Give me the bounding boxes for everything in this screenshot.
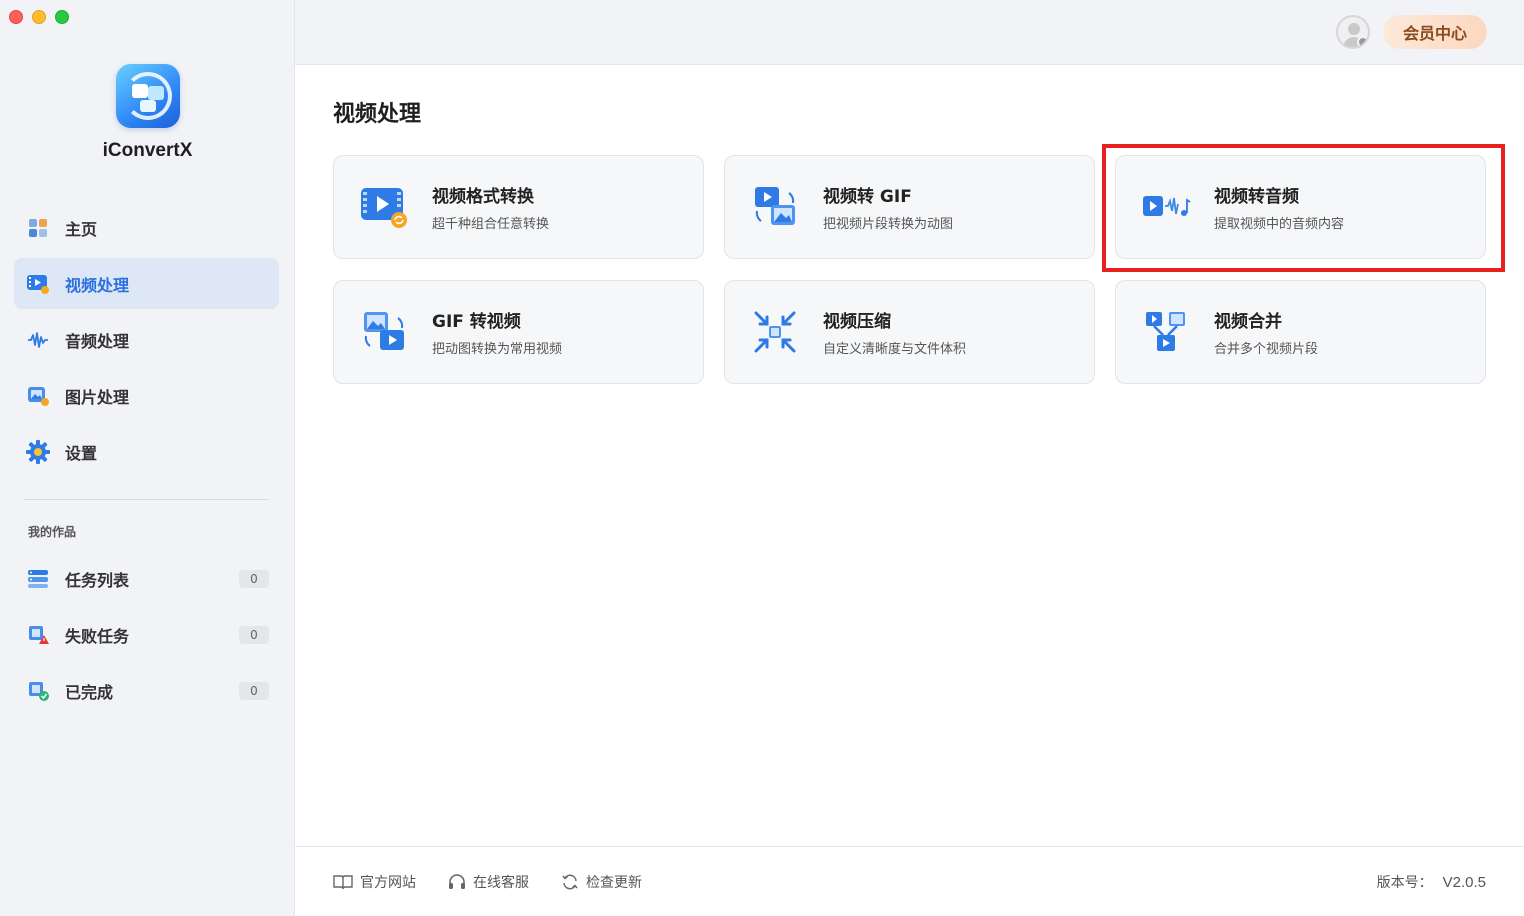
card-title: GIF 转视频 [432,312,521,332]
sidebar-item-label: 设置 [65,443,98,463]
sidebar-item-label: 视频处理 [65,275,130,295]
footer-link-label: 在线客服 [473,874,529,891]
version-label: 版本号： [1376,874,1433,891]
gear-icon [24,438,52,466]
top-bar: 会员中心 [295,0,1524,65]
card-subtitle: 自定义清晰度与文件体积 [823,342,967,357]
task-list-icon [24,565,52,593]
headset-icon [449,873,465,889]
sidebar-item-failed-tasks[interactable]: 失败任务 0 [14,609,279,661]
app-window: iConvertX 主页 视频处理 音频处理 图片处理 设置 我的作品 任务列表… [0,0,1524,916]
video-to-audio-icon [1140,181,1192,233]
card-subtitle: 合并多个视频片段 [1214,342,1319,357]
book-icon [333,874,353,889]
minimize-window-button[interactable] [32,10,46,24]
sidebar-item-task-list[interactable]: 任务列表 0 [14,553,279,605]
sidebar-item-label: 任务列表 [65,571,130,590]
sidebar-item-settings[interactable]: 设置 [14,426,279,477]
card-subtitle: 把动图转换为常用视频 [432,342,563,357]
sidebar-item-label: 已完成 [65,683,114,702]
version-info: 版本号： V2.0.5 [1377,872,1486,892]
card-title: 视频转 GIF [823,187,912,207]
sidebar-item-audio[interactable]: 音频处理 [14,314,279,365]
app-logo-icon [115,64,180,128]
card-subtitle: 超千种组合任意转换 [432,217,550,232]
my-works-list: 任务列表 0 失败任务 0 已完成 0 [14,553,279,721]
sidebar: iConvertX 主页 视频处理 音频处理 图片处理 设置 我的作品 任务列表… [0,0,295,916]
footer-link-label: 官方网站 [360,874,416,891]
zoom-window-button[interactable] [55,10,69,24]
card-title: 视频格式转换 [432,187,534,207]
user-avatar[interactable] [1336,15,1370,49]
sidebar-item-home[interactable]: 主页 [14,202,279,253]
failed-count-badge: 0 [239,626,269,644]
sidebar-item-label: 音频处理 [65,331,130,351]
close-window-button[interactable] [9,10,23,24]
vip-center-button[interactable]: 会员中心 [1383,15,1487,49]
video-convert-icon [358,181,410,233]
completed-icon [24,677,52,705]
card-title: 视频合并 [1214,312,1282,332]
sidebar-divider [24,499,269,500]
check-update-link[interactable]: 检查更新 [561,872,642,892]
main-content: 会员中心 视频处理 视频格式转换 超千种组合任意转换 视频转 GIF 把视频片段… [295,0,1524,916]
home-grid-icon [24,214,52,242]
section-label-my-works: 我的作品 [28,525,77,539]
app-branding: iConvertX [0,64,295,162]
sidebar-item-video[interactable]: 视频处理 [14,258,279,309]
footer-link-label: 检查更新 [586,874,642,891]
card-video-format-convert[interactable]: 视频格式转换 超千种组合任意转换 [333,155,704,259]
card-subtitle: 提取视频中的音频内容 [1214,217,1345,232]
compress-icon [749,306,801,358]
sidebar-item-label: 图片处理 [65,387,130,407]
sidebar-item-image[interactable]: 图片处理 [14,370,279,421]
card-subtitle: 把视频片段转换为动图 [823,217,954,232]
task-count-badge: 0 [239,570,269,588]
sidebar-item-label: 失败任务 [65,627,130,646]
video-to-gif-icon [749,181,801,233]
image-icon [24,382,52,410]
card-gif-to-video[interactable]: GIF 转视频 把动图转换为常用视频 [333,280,704,384]
official-website-link[interactable]: 官方网站 [333,872,416,892]
failed-task-icon [24,621,52,649]
card-video-compress[interactable]: 视频压缩 自定义清晰度与文件体积 [724,280,1095,384]
card-title: 视频转音频 [1214,187,1299,207]
footer: 官方网站 在线客服 检查更新 版本号： V2.0.5 [295,846,1524,916]
refresh-icon [562,874,578,889]
app-name: iConvertX [102,140,193,161]
card-title: 视频压缩 [823,312,891,332]
completed-count-badge: 0 [239,682,269,700]
page-title: 视频处理 [333,102,422,127]
window-controls [9,10,69,24]
video-icon [24,270,52,298]
sidebar-item-completed[interactable]: 已完成 0 [14,665,279,717]
card-video-to-gif[interactable]: 视频转 GIF 把视频片段转换为动图 [724,155,1095,259]
audio-wave-icon [24,326,52,354]
sidebar-nav: 主页 视频处理 音频处理 图片处理 设置 [14,202,279,482]
gif-to-video-icon [358,306,410,358]
sidebar-item-label: 主页 [65,219,98,239]
merge-icon [1140,306,1192,358]
card-video-to-audio[interactable]: 视频转音频 提取视频中的音频内容 [1115,155,1486,259]
online-support-link[interactable]: 在线客服 [448,872,529,892]
version-number: V2.0.5 [1442,873,1486,891]
card-video-merge[interactable]: 视频合并 合并多个视频片段 [1115,280,1486,384]
